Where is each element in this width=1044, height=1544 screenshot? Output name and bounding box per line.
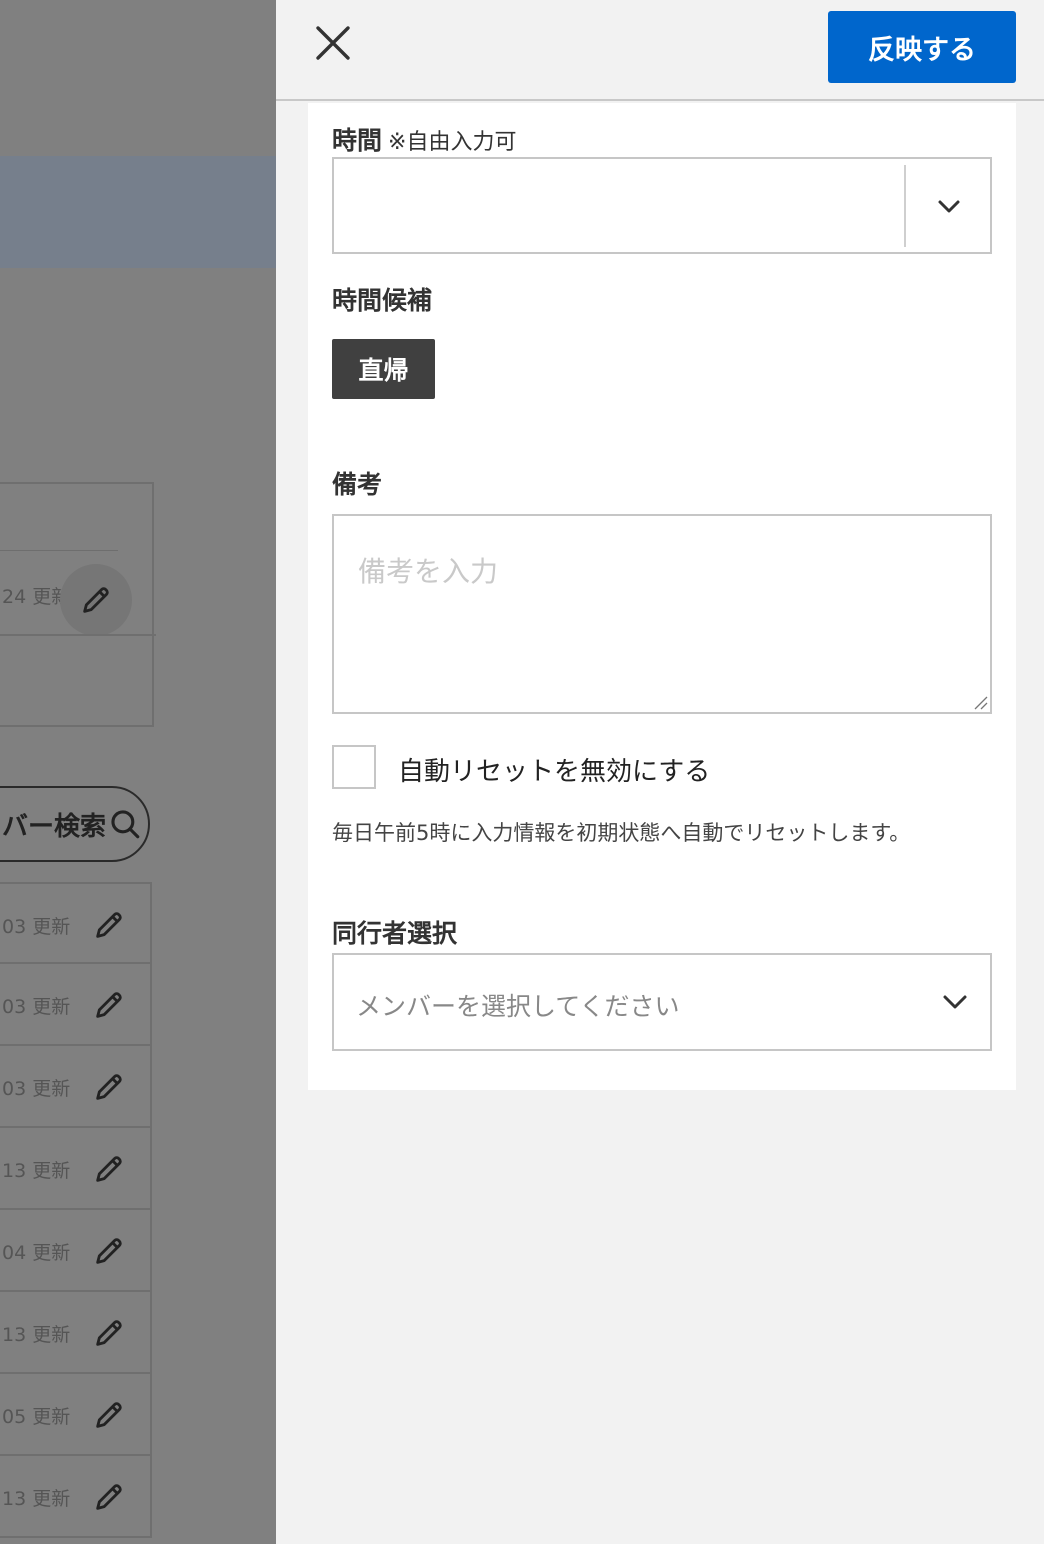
list-row: 04 更新 bbox=[0, 1210, 152, 1292]
auto-reset-checkbox[interactable] bbox=[332, 745, 376, 789]
background-banner bbox=[0, 156, 276, 268]
companion-select[interactable]: メンバーを選択してください bbox=[332, 953, 992, 1051]
combobox-divider bbox=[904, 165, 906, 247]
list-row: 03 更新 bbox=[0, 1046, 152, 1128]
time-candidate-chip[interactable]: 直帰 bbox=[332, 339, 435, 399]
list-row: 03 更新 bbox=[0, 964, 152, 1046]
pencil-icon[interactable] bbox=[92, 908, 126, 942]
row-updated-text: 03 更新 bbox=[2, 1078, 71, 1100]
list-row: 13 更新 bbox=[0, 1456, 152, 1538]
time-label-text: 時間 bbox=[332, 126, 383, 155]
list-row: 13 更新 bbox=[0, 1292, 152, 1374]
pencil-icon[interactable] bbox=[92, 1398, 126, 1432]
row-updated-text: 05 更新 bbox=[2, 1406, 71, 1428]
time-input[interactable] bbox=[334, 159, 904, 252]
auto-reset-label[interactable]: 自動リセットを無効にする bbox=[398, 751, 710, 788]
card-divider bbox=[0, 550, 118, 551]
close-icon[interactable] bbox=[312, 22, 354, 64]
time-candidates-label: 時間候補 bbox=[332, 286, 433, 315]
pencil-icon[interactable] bbox=[92, 1480, 126, 1514]
chevron-down-icon bbox=[943, 995, 967, 1009]
card-separator bbox=[0, 634, 156, 636]
row-updated-text: 13 更新 bbox=[2, 1488, 71, 1510]
background-card: 24 更新 bbox=[0, 482, 156, 727]
pencil-icon[interactable] bbox=[92, 1070, 126, 1104]
background-page: 24 更新 バー検索 03 更新 03 更新 03 更新 13 更新 04 更新 13 更… bbox=[0, 0, 276, 1544]
time-label: 時間 ※自由入力可 bbox=[332, 121, 516, 157]
pencil-icon[interactable] bbox=[92, 1152, 126, 1186]
list-row: 13 更新 bbox=[0, 1128, 152, 1210]
row-updated-text: 03 更新 bbox=[2, 916, 71, 938]
row-updated-text: 04 更新 bbox=[2, 1242, 71, 1264]
pencil-icon bbox=[83, 587, 109, 613]
panel-form: 時間※自由入力可 時間候補 直帰 備考 自動リセットを無効にする 毎日午前5時に… bbox=[308, 103, 1016, 1090]
pencil-icon[interactable] bbox=[92, 988, 126, 1022]
time-combobox bbox=[332, 157, 992, 254]
pencil-icon[interactable] bbox=[92, 1316, 126, 1350]
panel-header: 反映する bbox=[276, 0, 1044, 101]
list-row: 03 更新 bbox=[0, 882, 152, 964]
memo-label: 備考 bbox=[332, 470, 383, 499]
member-search-button[interactable]: バー検索 bbox=[0, 786, 150, 862]
member-search-label: バー検索 bbox=[2, 811, 107, 842]
edit-panel: 反映する 時間※自由入力可 時間候補 直帰 備考 自動リセットを無効にする 毎日… bbox=[276, 0, 1044, 1544]
apply-button[interactable]: 反映する bbox=[828, 11, 1016, 83]
auto-reset-help-text: 毎日午前5時に入力情報を初期状態へ自動でリセットします。 bbox=[332, 821, 911, 845]
pencil-icon[interactable] bbox=[92, 1234, 126, 1268]
resize-handle-icon[interactable] bbox=[972, 694, 988, 710]
list-row: 05 更新 bbox=[0, 1374, 152, 1456]
card-edit-button[interactable] bbox=[60, 564, 132, 636]
row-updated-text: 03 更新 bbox=[2, 996, 71, 1018]
companion-label: 同行者選択 bbox=[332, 919, 458, 948]
search-icon bbox=[111, 810, 140, 839]
companion-select-placeholder: メンバーを選択してください bbox=[356, 992, 680, 1021]
row-updated-text: 13 更新 bbox=[2, 1160, 71, 1182]
chevron-down-icon[interactable] bbox=[934, 191, 964, 221]
time-label-note: ※自由入力可 bbox=[388, 130, 517, 155]
memo-textarea[interactable] bbox=[332, 514, 992, 714]
row-updated-text: 13 更新 bbox=[2, 1324, 71, 1346]
